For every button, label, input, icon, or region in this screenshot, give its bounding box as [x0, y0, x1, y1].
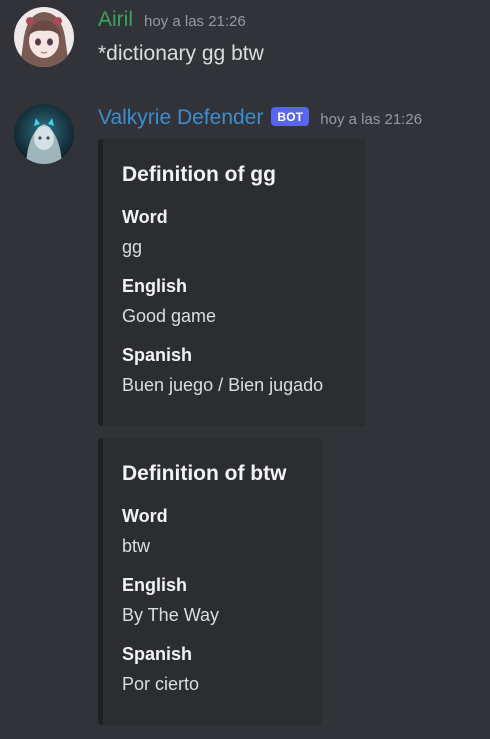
embed-field: Spanish Por cierto [122, 643, 298, 695]
field-value: Buen juego / Bien jugado [122, 375, 324, 395]
timestamp: hoy a las 21:26 [320, 111, 423, 128]
embed-field: English Good game [122, 275, 342, 327]
embed-field: English By The Way [122, 574, 298, 626]
bot-tag: BOT [271, 107, 310, 126]
field-name: English [122, 276, 188, 296]
field-name: Word [122, 207, 168, 227]
anime-girl-avatar-icon [14, 7, 74, 67]
user-avatar[interactable] [14, 7, 74, 67]
field-value: btw [122, 536, 151, 556]
username[interactable]: Valkyrie Defender [98, 106, 263, 130]
timestamp: hoy a las 21:26 [144, 13, 246, 30]
bot-avatar[interactable] [14, 104, 74, 164]
message-content: *dictionary gg btw [98, 42, 264, 65]
valkyrie-avatar-icon [14, 104, 74, 164]
embed: Definition of gg Word gg English Good ga… [98, 139, 366, 426]
embed-field: Word btw [122, 505, 298, 557]
field-name: English [122, 575, 188, 595]
field-name: Spanish [122, 345, 193, 365]
embed-field: Word gg [122, 206, 342, 258]
embed-title: Definition of btw [122, 462, 287, 485]
field-name: Word [122, 506, 168, 526]
embed: Definition of btw Word btw English By Th… [98, 438, 322, 725]
embed-title: Definition of gg [122, 163, 276, 186]
field-value: Por cierto [122, 674, 200, 694]
field-value: Good game [122, 306, 217, 326]
field-name: Spanish [122, 644, 193, 664]
username[interactable]: Airil [98, 8, 133, 32]
field-value: By The Way [122, 605, 220, 625]
field-value: gg [122, 237, 143, 257]
embed-field: Spanish Buen juego / Bien jugado [122, 344, 342, 396]
